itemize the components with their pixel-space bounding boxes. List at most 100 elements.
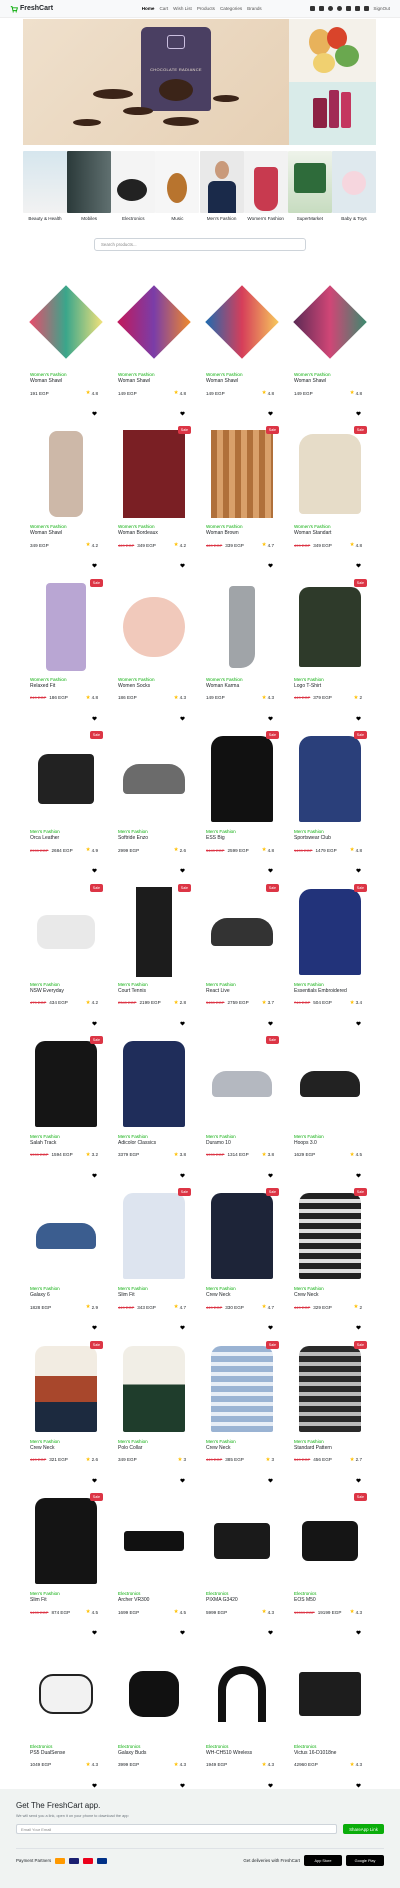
heart-icon[interactable]: [356, 1478, 361, 1483]
search-input[interactable]: Search products...: [94, 238, 306, 251]
product-card[interactable]: Sale Men's Fashion Crew Neck 449 EGP 385 EGP…: [199, 1333, 281, 1485]
heart-icon[interactable]: [268, 1021, 273, 1026]
hero-main-banner[interactable]: CHOCOLATE RADIANCE: [23, 19, 289, 145]
heart-icon[interactable]: [92, 716, 97, 721]
product-image[interactable]: [206, 1036, 278, 1132]
heart-icon[interactable]: [92, 563, 97, 568]
nav-link-products[interactable]: Products: [197, 6, 215, 11]
product-card[interactable]: Sale Men's Fashion Sportswear Club 1499 EGP…: [287, 723, 369, 875]
product-image[interactable]: [206, 579, 278, 675]
hero-side-banner-2[interactable]: [289, 82, 376, 145]
heart-icon[interactable]: [180, 411, 185, 416]
product-image[interactable]: [294, 1493, 366, 1589]
product-card[interactable]: Sale Women's Fashion Woman Bordeaux 469 EGP…: [111, 418, 193, 570]
product-image[interactable]: [117, 274, 191, 370]
category-card[interactable]: Beauty & Health: [23, 151, 67, 221]
product-image[interactable]: [30, 426, 102, 522]
product-image[interactable]: [118, 731, 190, 827]
heart-icon[interactable]: [356, 1325, 361, 1330]
product-card[interactable]: Sale Women's Fashion Woman Standart 499 EGP…: [287, 418, 369, 570]
facebook-icon[interactable]: [328, 6, 334, 11]
heart-icon[interactable]: [180, 868, 185, 873]
heart-icon[interactable]: [356, 411, 361, 416]
product-card[interactable]: Women's Fashion Woman Shawl 149 EGP ★ 4.8: [287, 266, 369, 418]
product-image[interactable]: [206, 1188, 278, 1284]
product-card[interactable]: Women's Fashion Woman Shawl 149 EGP ★ 4.8: [111, 266, 193, 418]
product-card[interactable]: Sale Men's Fashion React Live 3459 EGP 2759 …: [199, 876, 281, 1028]
youtube-icon[interactable]: [364, 6, 370, 11]
product-card[interactable]: Sale Electronics EOS M50 19999 EGP 19199 EGP…: [287, 1485, 369, 1637]
product-image[interactable]: [206, 1646, 278, 1742]
product-card[interactable]: Sale Men's Fashion Slim Fit 1499 EGP 874 EGP…: [23, 1485, 105, 1637]
product-image[interactable]: [118, 579, 190, 675]
product-card[interactable]: Men's Fashion Galaxy 6 1828 EGP ★ 2.9: [23, 1180, 105, 1332]
product-image[interactable]: [293, 274, 367, 370]
signout-link[interactable]: SignOut: [373, 6, 390, 11]
product-card[interactable]: Men's Fashion Softride Enzo 2999 EGP ★ 2.6: [111, 723, 193, 875]
heart-icon[interactable]: [92, 1173, 97, 1178]
product-image[interactable]: [294, 1341, 366, 1437]
heart-icon[interactable]: [356, 1630, 361, 1635]
heart-icon[interactable]: [268, 1478, 273, 1483]
product-image[interactable]: [30, 1188, 102, 1284]
product-image[interactable]: [294, 731, 366, 827]
product-image[interactable]: [29, 274, 103, 370]
product-card[interactable]: Sale Men's Fashion Orca Leather 2999 EGP 268…: [23, 723, 105, 875]
product-image[interactable]: [30, 579, 102, 675]
product-image[interactable]: [118, 1646, 190, 1742]
category-card[interactable]: Music: [155, 151, 200, 221]
product-card[interactable]: Men's Fashion Polo Collar 349 EGP ★ 3: [111, 1333, 193, 1485]
heart-icon[interactable]: [180, 563, 185, 568]
product-card[interactable]: Electronics PS5 DualSense 1049 EGP ★ 4.3: [23, 1638, 105, 1790]
product-card[interactable]: Sale Men's Fashion Crew Neck 449 EGP 329 EGP…: [287, 1180, 369, 1332]
heart-icon[interactable]: [356, 868, 361, 873]
product-card[interactable]: Men's Fashion Adicolor Classics 3379 EGP ★ 3…: [111, 1028, 193, 1180]
app-store-button[interactable]: App Store: [304, 1855, 342, 1866]
heart-icon[interactable]: [180, 1325, 185, 1330]
product-card[interactable]: Men's Fashion Hoops 3.0 1629 EGP ★ 4.5: [287, 1028, 369, 1180]
product-card[interactable]: Electronics Victus 16-D1018ne 42960 EGP ★ 4.…: [287, 1638, 369, 1790]
product-image[interactable]: [206, 731, 278, 827]
heart-icon[interactable]: [92, 1325, 97, 1330]
product-image[interactable]: [30, 1341, 102, 1437]
heart-icon[interactable]: [180, 1783, 185, 1788]
heart-icon[interactable]: [180, 1478, 185, 1483]
product-image[interactable]: [118, 1036, 190, 1132]
product-card[interactable]: Women's Fashion Women Socks 186 EGP ★ 4.3: [111, 571, 193, 723]
category-card[interactable]: Men's Fashion: [199, 151, 244, 221]
product-card[interactable]: Sale Men's Fashion Crew Neck 449 EGP 330 EGP…: [199, 1180, 281, 1332]
product-image[interactable]: [205, 274, 279, 370]
heart-icon[interactable]: [356, 1783, 361, 1788]
heart-icon[interactable]: [92, 1478, 97, 1483]
product-image[interactable]: [118, 1188, 190, 1284]
product-card[interactable]: Electronics Galaxy Buds 3999 EGP ★ 4.3: [111, 1638, 193, 1790]
product-image[interactable]: [30, 1036, 102, 1132]
instagram-icon[interactable]: [319, 6, 325, 11]
heart-icon[interactable]: [92, 411, 97, 416]
product-card[interactable]: Women's Fashion Woman Shawl 349 EGP ★ 4.2: [23, 418, 105, 570]
heart-icon[interactable]: [180, 1173, 185, 1178]
email-field[interactable]: Email Your Email: [16, 1824, 337, 1834]
nav-link-brands[interactable]: Brands: [247, 6, 262, 11]
product-card[interactable]: Electronics WH-CH510 Wireless 1949 EGP ★ 4.3: [199, 1638, 281, 1790]
category-card[interactable]: Women's Fashion: [243, 151, 288, 221]
product-card[interactable]: Women's Fashion Woman Shawl 149 EGP ★ 4.8: [199, 266, 281, 418]
product-image[interactable]: [294, 1036, 366, 1132]
heart-icon[interactable]: [92, 1783, 97, 1788]
nav-link-categories[interactable]: Categories: [220, 6, 242, 11]
heart-icon[interactable]: [180, 1630, 185, 1635]
category-card[interactable]: Baby & Toys: [331, 151, 376, 221]
heart-icon[interactable]: [268, 1325, 273, 1330]
nav-link-wishlist[interactable]: Wish List: [173, 6, 192, 11]
product-card[interactable]: Sale Women's Fashion Relaxed Fit 249 EGP 186…: [23, 571, 105, 723]
product-image[interactable]: [118, 426, 190, 522]
heart-icon[interactable]: [268, 411, 273, 416]
product-card[interactable]: Electronics PIXMA G3420 5999 EGP ★ 4.3: [199, 1485, 281, 1637]
heart-icon[interactable]: [180, 716, 185, 721]
product-card[interactable]: Women's Fashion Woman Shawl 191 EGP ★ 4.8: [23, 266, 105, 418]
heart-icon[interactable]: [268, 868, 273, 873]
twitter-icon[interactable]: [346, 6, 352, 11]
product-image[interactable]: [30, 884, 102, 980]
product-image[interactable]: [30, 1493, 102, 1589]
product-card[interactable]: Sale Women's Fashion Woman Brown 469 EGP 339…: [199, 418, 281, 570]
